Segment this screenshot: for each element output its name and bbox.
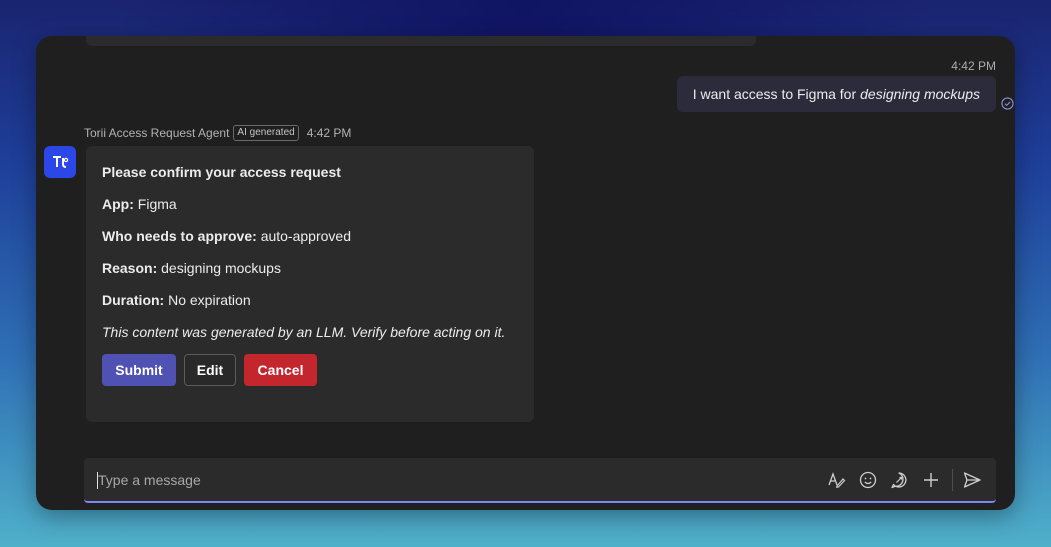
chat-window: 4:42 PM I want access to Figma for desig… bbox=[36, 36, 1015, 510]
cancel-button[interactable]: Cancel bbox=[244, 354, 317, 386]
field-value: auto-approved bbox=[260, 228, 351, 244]
outgoing-message-time: 4:42 PM bbox=[951, 59, 996, 73]
field-reason: Reason: designing mockups bbox=[102, 258, 518, 278]
message-input[interactable] bbox=[98, 458, 798, 501]
field-value: designing mockups bbox=[161, 260, 281, 276]
format-icon[interactable] bbox=[826, 470, 846, 490]
outgoing-message-text: I want access to Figma for bbox=[692, 86, 857, 102]
field-label: Who needs to approve: bbox=[102, 228, 257, 244]
field-approver: Who needs to approve: auto-approved bbox=[102, 226, 518, 246]
add-icon[interactable] bbox=[921, 470, 941, 490]
card-title: Please confirm your access request bbox=[102, 164, 341, 180]
submit-button[interactable]: Submit bbox=[102, 354, 176, 386]
previous-message-card bbox=[86, 36, 756, 46]
field-label: Duration: bbox=[102, 292, 165, 308]
send-icon[interactable] bbox=[962, 470, 982, 490]
field-app: App: Figma bbox=[102, 194, 518, 214]
outgoing-message-bubble[interactable]: I want access to Figma for designing moc… bbox=[676, 76, 996, 112]
ai-generated-badge: AI generated bbox=[233, 125, 299, 141]
field-duration: Duration: No expiration bbox=[102, 290, 518, 310]
agent-message-time: 4:42 PM bbox=[306, 126, 352, 140]
agent-message-header: Torii Access Request Agent AI generated … bbox=[84, 125, 351, 141]
emoji-icon[interactable] bbox=[858, 470, 878, 490]
agent-name: Torii Access Request Agent bbox=[84, 126, 230, 140]
llm-disclaimer: This content was generated by an LLM. Ve… bbox=[102, 324, 506, 340]
torii-logo-icon bbox=[53, 156, 69, 168]
message-composer bbox=[84, 458, 996, 503]
access-request-card: Please confirm your access request App: … bbox=[86, 146, 534, 422]
field-value: No expiration bbox=[168, 292, 251, 308]
agent-avatar[interactable] bbox=[44, 146, 76, 178]
outgoing-message-emphasis: designing mockups bbox=[860, 86, 980, 102]
loop-icon[interactable] bbox=[889, 470, 909, 490]
edit-button[interactable]: Edit bbox=[184, 354, 236, 386]
composer-divider bbox=[952, 469, 953, 491]
field-label: Reason: bbox=[102, 260, 158, 276]
read-receipt-icon bbox=[1001, 97, 1014, 110]
field-value: Figma bbox=[137, 196, 177, 212]
card-actions: Submit Edit Cancel bbox=[102, 354, 518, 386]
field-label: App: bbox=[102, 196, 134, 212]
